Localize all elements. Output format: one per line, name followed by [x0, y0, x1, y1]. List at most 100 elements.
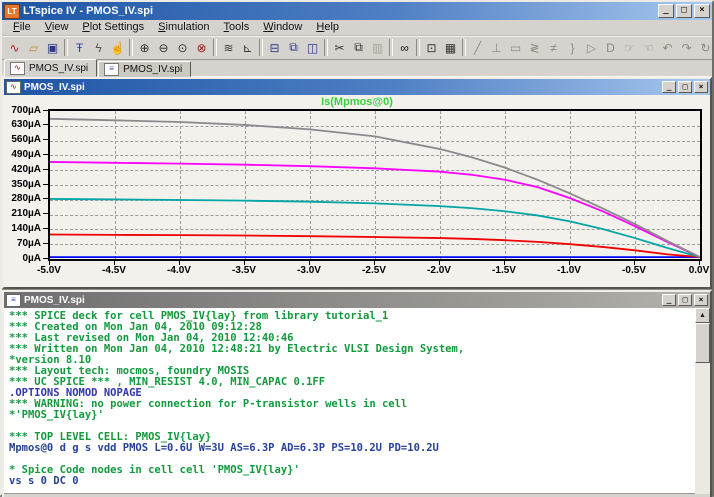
menu-item-help[interactable]: Help: [309, 20, 346, 35]
label-net-button[interactable]: ▭: [506, 38, 525, 57]
undo-icon: ↶: [662, 41, 672, 55]
horizontal-scrollbar[interactable]: [4, 493, 695, 497]
print-preview-button[interactable]: ⊡: [422, 38, 441, 57]
rotate-button[interactable]: ↻: [696, 38, 714, 57]
plot-box[interactable]: [48, 109, 702, 261]
drag-button[interactable]: ☜: [639, 38, 658, 57]
print-preview-icon: ⊡: [426, 41, 436, 55]
y-axis-tick-label: 140µA: [4, 223, 41, 234]
zoom-full-extents-button[interactable]: ⊗: [192, 38, 211, 57]
minimize-button[interactable]: _: [658, 4, 674, 18]
netlist-line: *** Written on Mon Jan 04, 2010 12:48:21…: [9, 344, 695, 355]
netlist-close-button[interactable]: ×: [694, 294, 708, 306]
zoom-back-button[interactable]: ⊖: [154, 38, 173, 57]
plot-maximize-button[interactable]: □: [678, 81, 692, 93]
save-file-icon: ▣: [47, 41, 58, 55]
run-simulation-button[interactable]: ϟ: [89, 38, 108, 57]
find-icon: ∞: [400, 41, 409, 55]
draw-wire-button[interactable]: ╱: [468, 38, 487, 57]
zoom-in-button[interactable]: ⊕: [135, 38, 154, 57]
menu-item-window[interactable]: Window: [256, 20, 309, 35]
copy-button[interactable]: ⧉: [349, 38, 368, 57]
maximize-button[interactable]: □: [676, 4, 692, 18]
paste-button[interactable]: ▥: [368, 38, 387, 57]
plot-window-title: PMOS_IV.spi: [24, 82, 659, 93]
control-panel-button[interactable]: Ŧ: [70, 38, 89, 57]
trace-legend[interactable]: Is(Mpmos@0): [4, 96, 710, 108]
y-axis-tick-label: 70µA: [4, 238, 41, 249]
plot-close-button[interactable]: ×: [694, 81, 708, 93]
control-panel-icon: Ŧ: [76, 41, 83, 55]
plot-area[interactable]: Is(Mpmos@0) 700µA630µA560µA490µA420µA350…: [4, 95, 710, 287]
menu-item-view[interactable]: View: [38, 20, 76, 35]
halt-simulation-button[interactable]: ☝: [108, 38, 127, 57]
window-titlebar[interactable]: LT LTspice IV - PMOS_IV.spi _ □ ×: [2, 2, 712, 20]
print-button[interactable]: ▦: [441, 38, 460, 57]
plot-minimize-button[interactable]: _: [662, 81, 676, 93]
zoom-full-extents-icon: ⊗: [196, 41, 206, 55]
find-button[interactable]: ∞: [395, 38, 414, 57]
cut-button[interactable]: ✂: [330, 38, 349, 57]
vertical-scrollbar[interactable]: ▲: [695, 308, 710, 494]
zoom-out-button[interactable]: ⊙: [173, 38, 192, 57]
move-icon: ☞: [624, 41, 635, 55]
ground-symbol-button[interactable]: ⊥: [487, 38, 506, 57]
ltspice-logo-icon: LT: [4, 4, 20, 19]
close-button[interactable]: ×: [694, 4, 710, 18]
y-axis-tick-label: 560µA: [4, 134, 41, 145]
x-axis-tick-label: -2.5V: [352, 265, 396, 276]
undo-button[interactable]: ↶: [658, 38, 677, 57]
tile-horizontally-button[interactable]: ⊟: [265, 38, 284, 57]
autorange-y-axis-button[interactable]: ⊾: [238, 38, 257, 57]
run-simulation-icon: ϟ: [95, 41, 101, 55]
menu-item-simulation[interactable]: Simulation: [151, 20, 216, 35]
tile-vertically-button[interactable]: ◫: [303, 38, 322, 57]
menu-item-tools[interactable]: Tools: [217, 20, 257, 35]
capacitor-button[interactable]: ≠: [544, 38, 563, 57]
tabbar: ∿PMOS_IV.spi≡PMOS_IV.spi: [2, 60, 712, 77]
x-axis-tick-label: 0.0V: [677, 265, 710, 276]
diode-button[interactable]: ▷: [582, 38, 601, 57]
tile-horizontally-icon: ⊟: [269, 41, 279, 55]
open-file-button[interactable]: ▱: [24, 38, 43, 57]
scroll-up-button[interactable]: ▲: [695, 308, 710, 323]
plot-settings-button[interactable]: ≋: [219, 38, 238, 57]
move-button[interactable]: ☞: [620, 38, 639, 57]
resistor-button[interactable]: ≷: [525, 38, 544, 57]
tab-label: PMOS_IV.spi: [123, 64, 182, 75]
redo-button[interactable]: ↷: [677, 38, 696, 57]
netlist-maximize-button[interactable]: □: [678, 294, 692, 306]
inductor-button[interactable]: }: [563, 38, 582, 57]
x-axis-tick-label: -5.0V: [27, 265, 71, 276]
y-axis-tick-label: 350µA: [4, 179, 41, 190]
x-axis-tick-label: -1.0V: [547, 265, 591, 276]
netlist-window-title: PMOS_IV.spi: [24, 295, 659, 306]
new-plot-button[interactable]: ∿: [5, 38, 24, 57]
netlist-line: *** WARNING: no power connection for P-t…: [9, 399, 695, 410]
tab-waveform-pmos-iv-spi[interactable]: ∿PMOS_IV.spi: [4, 59, 97, 77]
menu-item-plot-settings[interactable]: Plot Settings: [75, 20, 151, 35]
trace-is-mpmos-0-step-2: [50, 162, 700, 257]
netlist-text-area[interactable]: *** SPICE deck for cell PMOS_IV{lay} fro…: [4, 308, 695, 494]
netlist-window-titlebar[interactable]: ≡ PMOS_IV.spi _ □ ×: [4, 292, 710, 308]
component-button[interactable]: D: [601, 38, 620, 57]
draw-wire-icon: ╱: [474, 41, 481, 55]
menu-item-file[interactable]: File: [6, 20, 38, 35]
x-axis-tick-label: -3.5V: [222, 265, 266, 276]
plot-window-titlebar[interactable]: ∿ PMOS_IV.spi _ □ ×: [4, 79, 710, 95]
waveform-icon: ∿: [10, 62, 25, 75]
netlist-minimize-button[interactable]: _: [662, 294, 676, 306]
ground-symbol-icon: ⊥: [491, 41, 501, 55]
tab-document-pmos-iv-spi[interactable]: ≡PMOS_IV.spi: [98, 61, 191, 77]
netlist-line: Mpmos@0 d g s vdd PMOS L=0.6U W=3U AS=6.…: [9, 443, 695, 454]
x-axis-tick-label: -2.0V: [417, 265, 461, 276]
y-axis-tick-label: 210µA: [4, 208, 41, 219]
ltspice-window: LT LTspice IV - PMOS_IV.spi _ □ × FileVi…: [0, 0, 714, 496]
y-axis-tick: [43, 184, 48, 185]
y-axis-tick-label: 0µA: [4, 253, 41, 264]
y-axis-tick-label: 630µA: [4, 119, 41, 130]
scrollbar-thumb[interactable]: [695, 323, 710, 363]
cascade-windows-button[interactable]: ⧉: [284, 38, 303, 57]
toolbar-separator: [129, 39, 133, 56]
save-file-button[interactable]: ▣: [43, 38, 62, 57]
